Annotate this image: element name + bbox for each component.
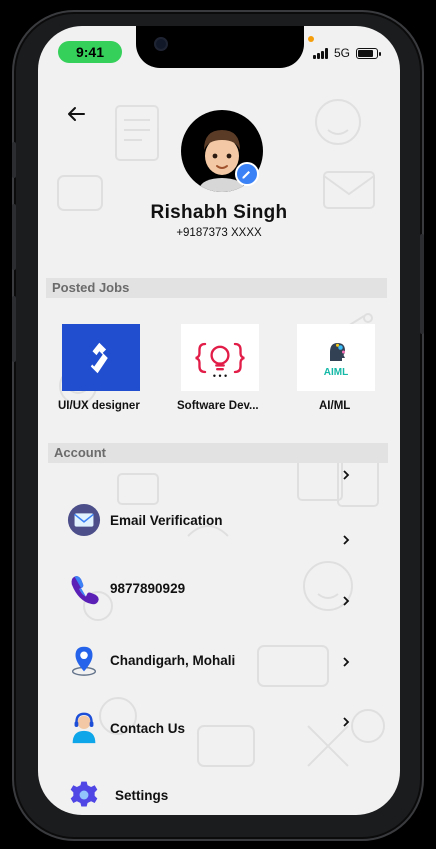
gear-icon <box>66 777 102 813</box>
chevron-right-icon[interactable] <box>340 595 352 607</box>
battery-icon <box>356 47 381 59</box>
account-item-contact[interactable]: Contach Us <box>66 710 185 746</box>
job-card-aiml[interactable]: AIML AI/ML <box>297 324 377 412</box>
privacy-indicator <box>308 36 314 42</box>
app-screen: 9:41 5G Rishabh Singh +9187373 XXXX Post… <box>38 26 400 815</box>
code-bulb-logo-icon <box>181 324 259 391</box>
phone-icon <box>66 570 102 606</box>
volume-down-button <box>12 296 16 362</box>
network-type: 5G <box>333 46 350 60</box>
job-label: Software Dev... <box>177 400 259 412</box>
aiml-head-logo-icon: AIML <box>297 324 375 391</box>
volume-up-button <box>12 204 16 270</box>
account-item-label: Email Verification <box>110 512 223 528</box>
account-item-phone[interactable]: 9877890929 <box>66 570 185 606</box>
edit-avatar-button[interactable] <box>235 162 259 186</box>
posted-jobs-header: Posted Jobs <box>46 278 387 298</box>
account-item-label: 9877890929 <box>110 580 186 596</box>
pencil-icon <box>242 171 250 179</box>
status-indicators: 5G <box>312 46 381 60</box>
support-agent-icon <box>66 710 102 746</box>
job-label: UI/UX designer <box>58 400 140 412</box>
aiml-logo-text: AIML <box>323 367 349 378</box>
toptal-logo-icon <box>62 324 140 391</box>
camera-icon <box>154 37 168 51</box>
account-header: Account <box>48 443 388 463</box>
chevron-right-icon[interactable] <box>340 716 352 728</box>
chevron-right-icon[interactable] <box>340 534 352 546</box>
location-pin-icon <box>66 642 102 678</box>
job-label: AI/ML <box>319 400 351 412</box>
account-item-settings[interactable]: Settings <box>66 777 168 813</box>
profile-name: Rishabh Singh <box>150 202 288 223</box>
account-item-email[interactable]: Email Verification <box>66 502 223 538</box>
account-item-label: Chandigarh, Mohali <box>110 652 236 668</box>
chevron-right-icon[interactable] <box>340 656 352 668</box>
profile-phone: +9187373 XXXX <box>176 227 262 239</box>
back-arrow-icon[interactable] <box>64 102 88 126</box>
chevron-right-icon[interactable] <box>340 469 352 481</box>
job-card-software[interactable]: Software Dev... <box>177 324 261 412</box>
account-item-label: Contach Us <box>110 720 186 736</box>
account-item-location[interactable]: Chandigarh, Mohali <box>66 642 235 678</box>
email-icon <box>66 502 102 538</box>
power-button <box>420 234 424 334</box>
status-time: 9:41 <box>58 41 122 63</box>
notch <box>136 26 314 68</box>
signal-icon <box>312 47 328 59</box>
job-card-uiux[interactable]: UI/UX designer <box>58 324 142 412</box>
account-item-label: Settings <box>115 787 169 803</box>
mute-switch <box>12 142 16 178</box>
